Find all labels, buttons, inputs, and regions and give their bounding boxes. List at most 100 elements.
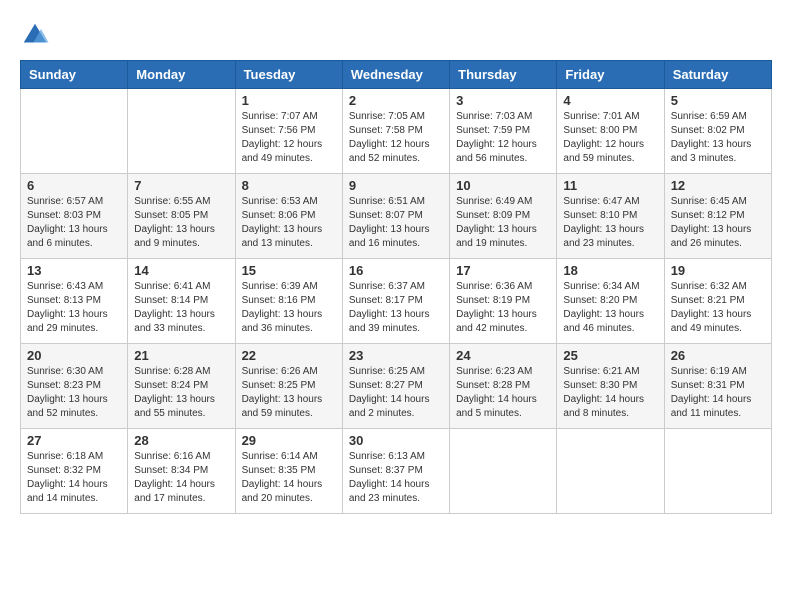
day-number: 1 bbox=[242, 93, 336, 108]
day-number: 17 bbox=[456, 263, 550, 278]
calendar-cell: 1 Sunrise: 7:07 AM Sunset: 7:56 PM Daylig… bbox=[235, 89, 342, 174]
calendar-cell: 3 Sunrise: 7:03 AM Sunset: 7:59 PM Daylig… bbox=[450, 89, 557, 174]
calendar-cell: 7Sunrise: 6:55 AM Sunset: 8:05 PM Daylig… bbox=[128, 174, 235, 259]
day-info: Sunrise: 6:18 AM Sunset: 8:32 PM Dayligh… bbox=[27, 450, 121, 506]
calendar-cell: 27 Sunrise: 6:18 AM Sunset: 8:32 PM Dayli… bbox=[21, 429, 128, 514]
calendar-cell: 11Sunrise: 6:47 AM Sunset: 8:10 PM Dayli… bbox=[557, 174, 664, 259]
calendar-cell bbox=[21, 89, 128, 174]
day-number: 13 bbox=[27, 263, 121, 278]
calendar-cell: 8 Sunrise: 6:53 AM Sunset: 8:06 PM Daylig… bbox=[235, 174, 342, 259]
calendar-header-thursday: Thursday bbox=[450, 61, 557, 89]
calendar-cell: 13 Sunrise: 6:43 AM Sunset: 8:13 PM Dayli… bbox=[21, 259, 128, 344]
day-number: 12 bbox=[671, 178, 765, 193]
day-number: 2 bbox=[349, 93, 443, 108]
calendar-cell: 4 Sunrise: 7:01 AM Sunset: 8:00 PM Daylig… bbox=[557, 89, 664, 174]
calendar-header-friday: Friday bbox=[557, 61, 664, 89]
calendar-cell: 14 Sunrise: 6:41 AM Sunset: 8:14 PM Dayli… bbox=[128, 259, 235, 344]
calendar-cell bbox=[557, 429, 664, 514]
calendar-cell: 10 Sunrise: 6:49 AM Sunset: 8:09 PM Dayli… bbox=[450, 174, 557, 259]
day-info: Sunrise: 7:05 AM Sunset: 7:58 PM Dayligh… bbox=[349, 110, 443, 166]
day-info: Sunrise: 6:49 AM Sunset: 8:09 PM Dayligh… bbox=[456, 195, 550, 251]
day-info: Sunrise: 6:41 AM Sunset: 8:14 PM Dayligh… bbox=[134, 280, 228, 336]
day-info: Sunrise: 6:43 AM Sunset: 8:13 PM Dayligh… bbox=[27, 280, 121, 336]
day-number: 3 bbox=[456, 93, 550, 108]
day-info: Sunrise: 7:01 AM Sunset: 8:00 PM Dayligh… bbox=[563, 110, 657, 166]
day-number: 21 bbox=[134, 348, 228, 363]
day-number: 5 bbox=[671, 93, 765, 108]
day-number: 30 bbox=[349, 433, 443, 448]
day-info: Sunrise: 6:19 AM Sunset: 8:31 PM Dayligh… bbox=[671, 365, 765, 421]
calendar-header-saturday: Saturday bbox=[664, 61, 771, 89]
calendar-cell: 15 Sunrise: 6:39 AM Sunset: 8:16 PM Dayli… bbox=[235, 259, 342, 344]
calendar-header-monday: Monday bbox=[128, 61, 235, 89]
calendar-cell: 9 Sunrise: 6:51 AM Sunset: 8:07 PM Daylig… bbox=[342, 174, 449, 259]
day-number: 16 bbox=[349, 263, 443, 278]
page-header bbox=[20, 20, 772, 50]
logo bbox=[20, 20, 54, 50]
calendar-table: SundayMondayTuesdayWednesdayThursdayFrid… bbox=[20, 60, 772, 514]
calendar-cell: 17 Sunrise: 6:36 AM Sunset: 8:19 PM Dayli… bbox=[450, 259, 557, 344]
calendar-week-2: 6 Sunrise: 6:57 AM Sunset: 8:03 PM Daylig… bbox=[21, 174, 772, 259]
day-number: 15 bbox=[242, 263, 336, 278]
calendar-cell: 28Sunrise: 6:16 AM Sunset: 8:34 PM Dayli… bbox=[128, 429, 235, 514]
day-number: 6 bbox=[27, 178, 121, 193]
day-number: 18 bbox=[563, 263, 657, 278]
calendar-cell bbox=[450, 429, 557, 514]
calendar-cell bbox=[664, 429, 771, 514]
day-info: Sunrise: 7:03 AM Sunset: 7:59 PM Dayligh… bbox=[456, 110, 550, 166]
day-info: Sunrise: 6:47 AM Sunset: 8:10 PM Dayligh… bbox=[563, 195, 657, 251]
day-number: 29 bbox=[242, 433, 336, 448]
day-info: Sunrise: 6:16 AM Sunset: 8:34 PM Dayligh… bbox=[134, 450, 228, 506]
day-number: 9 bbox=[349, 178, 443, 193]
day-info: Sunrise: 6:53 AM Sunset: 8:06 PM Dayligh… bbox=[242, 195, 336, 251]
day-info: Sunrise: 6:45 AM Sunset: 8:12 PM Dayligh… bbox=[671, 195, 765, 251]
calendar-cell: 2 Sunrise: 7:05 AM Sunset: 7:58 PM Daylig… bbox=[342, 89, 449, 174]
day-info: Sunrise: 6:57 AM Sunset: 8:03 PM Dayligh… bbox=[27, 195, 121, 251]
calendar-cell bbox=[128, 89, 235, 174]
calendar-week-5: 27 Sunrise: 6:18 AM Sunset: 8:32 PM Dayli… bbox=[21, 429, 772, 514]
calendar-cell: 30 Sunrise: 6:13 AM Sunset: 8:37 PM Dayli… bbox=[342, 429, 449, 514]
calendar-cell: 21 Sunrise: 6:28 AM Sunset: 8:24 PM Dayli… bbox=[128, 344, 235, 429]
calendar-header-wednesday: Wednesday bbox=[342, 61, 449, 89]
logo-icon bbox=[20, 20, 50, 50]
day-info: Sunrise: 6:36 AM Sunset: 8:19 PM Dayligh… bbox=[456, 280, 550, 336]
day-info: Sunrise: 6:21 AM Sunset: 8:30 PM Dayligh… bbox=[563, 365, 657, 421]
day-info: Sunrise: 6:37 AM Sunset: 8:17 PM Dayligh… bbox=[349, 280, 443, 336]
calendar-cell: 16 Sunrise: 6:37 AM Sunset: 8:17 PM Dayli… bbox=[342, 259, 449, 344]
calendar-cell: 24 Sunrise: 6:23 AM Sunset: 8:28 PM Dayli… bbox=[450, 344, 557, 429]
day-info: Sunrise: 6:30 AM Sunset: 8:23 PM Dayligh… bbox=[27, 365, 121, 421]
day-info: Sunrise: 6:55 AM Sunset: 8:05 PM Dayligh… bbox=[134, 195, 228, 251]
day-number: 8 bbox=[242, 178, 336, 193]
day-info: Sunrise: 6:39 AM Sunset: 8:16 PM Dayligh… bbox=[242, 280, 336, 336]
calendar-cell: 12 Sunrise: 6:45 AM Sunset: 8:12 PM Dayli… bbox=[664, 174, 771, 259]
calendar-cell: 23Sunrise: 6:25 AM Sunset: 8:27 PM Dayli… bbox=[342, 344, 449, 429]
day-info: Sunrise: 6:28 AM Sunset: 8:24 PM Dayligh… bbox=[134, 365, 228, 421]
day-number: 19 bbox=[671, 263, 765, 278]
day-number: 10 bbox=[456, 178, 550, 193]
calendar-week-3: 13 Sunrise: 6:43 AM Sunset: 8:13 PM Dayli… bbox=[21, 259, 772, 344]
day-info: Sunrise: 7:07 AM Sunset: 7:56 PM Dayligh… bbox=[242, 110, 336, 166]
day-info: Sunrise: 6:13 AM Sunset: 8:37 PM Dayligh… bbox=[349, 450, 443, 506]
day-info: Sunrise: 6:26 AM Sunset: 8:25 PM Dayligh… bbox=[242, 365, 336, 421]
day-info: Sunrise: 6:59 AM Sunset: 8:02 PM Dayligh… bbox=[671, 110, 765, 166]
day-info: Sunrise: 6:32 AM Sunset: 8:21 PM Dayligh… bbox=[671, 280, 765, 336]
calendar-cell: 20Sunrise: 6:30 AM Sunset: 8:23 PM Dayli… bbox=[21, 344, 128, 429]
day-number: 24 bbox=[456, 348, 550, 363]
calendar-cell: 5 Sunrise: 6:59 AM Sunset: 8:02 PM Daylig… bbox=[664, 89, 771, 174]
day-info: Sunrise: 6:23 AM Sunset: 8:28 PM Dayligh… bbox=[456, 365, 550, 421]
day-number: 4 bbox=[563, 93, 657, 108]
calendar-cell: 29 Sunrise: 6:14 AM Sunset: 8:35 PM Dayli… bbox=[235, 429, 342, 514]
day-info: Sunrise: 6:34 AM Sunset: 8:20 PM Dayligh… bbox=[563, 280, 657, 336]
day-number: 14 bbox=[134, 263, 228, 278]
calendar-header-tuesday: Tuesday bbox=[235, 61, 342, 89]
day-number: 26 bbox=[671, 348, 765, 363]
calendar-cell: 26 Sunrise: 6:19 AM Sunset: 8:31 PM Dayli… bbox=[664, 344, 771, 429]
calendar-cell: 6 Sunrise: 6:57 AM Sunset: 8:03 PM Daylig… bbox=[21, 174, 128, 259]
calendar-week-1: 1 Sunrise: 7:07 AM Sunset: 7:56 PM Daylig… bbox=[21, 89, 772, 174]
day-number: 27 bbox=[27, 433, 121, 448]
calendar-cell: 25 Sunrise: 6:21 AM Sunset: 8:30 PM Dayli… bbox=[557, 344, 664, 429]
day-info: Sunrise: 6:51 AM Sunset: 8:07 PM Dayligh… bbox=[349, 195, 443, 251]
day-number: 25 bbox=[563, 348, 657, 363]
calendar-header-sunday: Sunday bbox=[21, 61, 128, 89]
day-info: Sunrise: 6:14 AM Sunset: 8:35 PM Dayligh… bbox=[242, 450, 336, 506]
